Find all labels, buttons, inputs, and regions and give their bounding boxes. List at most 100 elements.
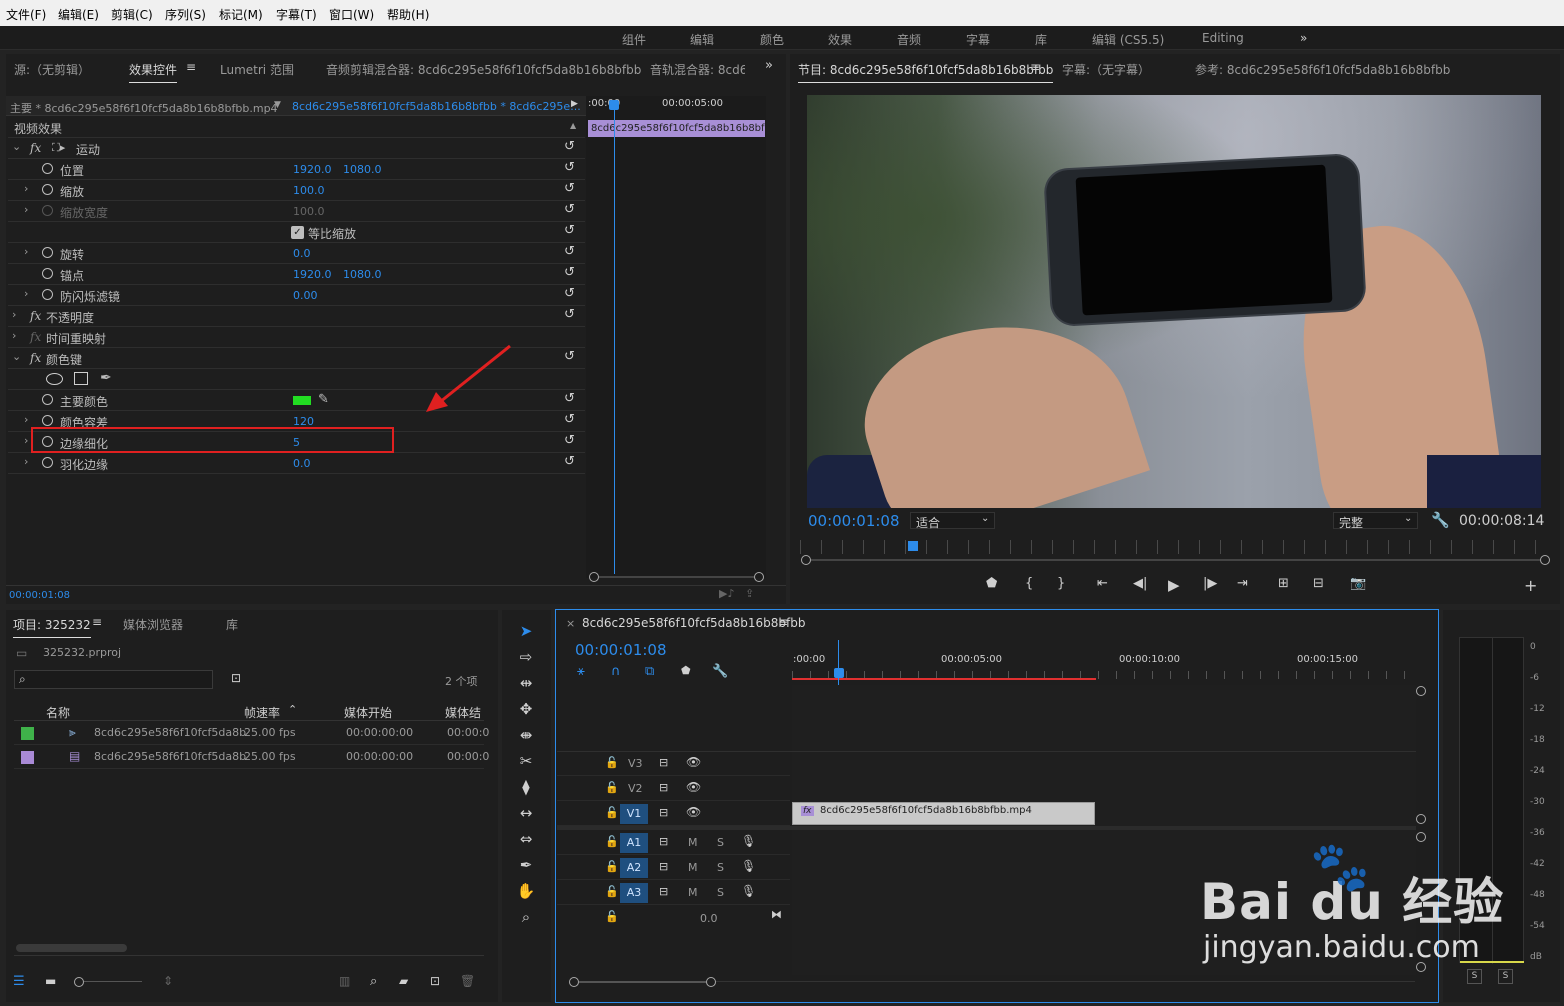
expand-chevron-icon[interactable]: › bbox=[24, 455, 28, 468]
timeline-clip[interactable]: fx 8cd6c295e58f6f10fcf5da8b16b8bfbb.mp4 bbox=[792, 802, 1095, 825]
go-to-end-icon[interactable]: ⧓ bbox=[771, 908, 782, 921]
step-back-icon[interactable]: ◀| bbox=[1133, 576, 1147, 591]
position-x-value[interactable]: 1920.0 bbox=[293, 163, 332, 176]
go-to-in-icon[interactable]: ⇤ bbox=[1097, 576, 1108, 591]
ec-playhead-handle[interactable] bbox=[609, 100, 619, 110]
slide-alt-tool-icon[interactable]: ⇔ bbox=[515, 830, 537, 848]
new-bin-from-search-icon[interactable]: ⊡ bbox=[231, 671, 241, 685]
mark-in-icon[interactable]: { bbox=[1025, 576, 1033, 591]
solo-left-button[interactable]: S bbox=[1467, 969, 1482, 984]
solo-right-button[interactable]: S bbox=[1498, 969, 1513, 984]
program-zoom-bar[interactable] bbox=[801, 555, 1550, 565]
reset-icon[interactable]: ↺ bbox=[564, 265, 575, 280]
anchor-x-value[interactable]: 1920.0 bbox=[293, 268, 332, 281]
rectangle-mask-icon[interactable] bbox=[74, 372, 88, 385]
expand-chevron-icon[interactable]: › bbox=[12, 308, 16, 321]
ec-sequence-clip[interactable]: 8cd6c295e58f6f10fcf5da8b16b8bfbb * 8cd6c… bbox=[292, 100, 581, 113]
timeline-horizontal-scrollbar[interactable] bbox=[569, 977, 1415, 987]
sync-lock-icon[interactable]: ⊟ bbox=[659, 781, 668, 794]
timeline-sequence-tab[interactable]: 8cd6c295e58f6f10fcf5da8b16b8bfbb bbox=[582, 616, 806, 630]
add-marker-icon[interactable]: ⬟ bbox=[986, 576, 997, 591]
stopwatch-icon[interactable] bbox=[42, 394, 53, 405]
ec-row-flicker[interactable]: › 防闪烁滤镜 0.00 ↺ bbox=[8, 285, 585, 306]
timeline-playhead-handle[interactable] bbox=[834, 668, 844, 678]
program-video-frame[interactable] bbox=[807, 95, 1541, 508]
stopwatch-icon[interactable] bbox=[42, 163, 53, 174]
lock-icon[interactable]: 🔓 bbox=[605, 910, 619, 923]
track-header-a1[interactable]: 🔓 A1 ⊟ M S 🎙 bbox=[557, 831, 790, 855]
track-header-master[interactable]: 🔓 0.0 ⧓ bbox=[557, 906, 790, 930]
scale-value[interactable]: 100.0 bbox=[293, 184, 325, 197]
ec-row-anchor[interactable]: 锚点 1920.0 1080.0 ↺ bbox=[8, 264, 585, 285]
tab-media-browser[interactable]: 媒体浏览器 bbox=[123, 616, 183, 633]
ec-row-motion[interactable]: ⌄ fx ⛶▸ 运动 ↺ bbox=[8, 138, 585, 159]
ws-titles[interactable]: 字幕 bbox=[966, 31, 990, 48]
stopwatch-icon[interactable] bbox=[42, 247, 53, 258]
slip-tool-icon[interactable]: ⧫ bbox=[515, 778, 537, 796]
slide-tool-icon[interactable]: ↔ bbox=[515, 804, 537, 822]
fx-icon[interactable]: fx bbox=[30, 351, 41, 365]
lock-icon[interactable]: 🔓 bbox=[605, 835, 619, 848]
mute-button[interactable]: M bbox=[688, 836, 698, 849]
fx-icon[interactable]: fx bbox=[30, 309, 41, 323]
program-playhead[interactable] bbox=[908, 541, 918, 551]
nest-toggle-icon[interactable]: ⚹ bbox=[577, 664, 585, 679]
expand-chevron-icon[interactable]: › bbox=[24, 434, 28, 447]
reset-icon[interactable]: ↺ bbox=[564, 244, 575, 259]
ec-row-opacity[interactable]: › fx 不透明度 ↺ bbox=[8, 306, 585, 327]
tab-effect-controls[interactable]: 效果控件 bbox=[129, 61, 178, 83]
snap-icon[interactable]: ∩ bbox=[611, 664, 621, 679]
label-color-swatch[interactable] bbox=[21, 751, 34, 764]
find-icon[interactable]: ⌕ bbox=[370, 974, 377, 989]
play-icon[interactable]: ▶ bbox=[1168, 576, 1180, 594]
lock-icon[interactable]: 🔓 bbox=[605, 756, 619, 769]
menu-file[interactable]: 文件(F) bbox=[6, 6, 46, 23]
eye-icon[interactable]: 👁 bbox=[686, 780, 701, 794]
col-name[interactable]: 名称 bbox=[46, 704, 70, 721]
tab-libraries[interactable]: 库 bbox=[226, 616, 238, 633]
menu-window[interactable]: 窗口(W) bbox=[329, 6, 374, 23]
panel-menu-icon[interactable]: ≡ bbox=[186, 60, 196, 74]
automate-to-sequence-icon[interactable]: ▥ bbox=[339, 974, 350, 988]
tab-project[interactable]: 项目: 325232 bbox=[13, 616, 91, 638]
lock-icon[interactable]: 🔓 bbox=[605, 781, 619, 794]
play-triangle-icon[interactable]: ▶ bbox=[571, 99, 578, 109]
master-volume-value[interactable]: 0.0 bbox=[700, 912, 718, 925]
rotation-value[interactable]: 0.0 bbox=[293, 247, 311, 260]
reset-icon[interactable]: ↺ bbox=[564, 349, 575, 364]
rolling-edit-tool-icon[interactable]: ✥ bbox=[515, 700, 537, 718]
ws-assembly[interactable]: 组件 bbox=[622, 31, 646, 48]
ec-zoom-scrollbar[interactable] bbox=[589, 572, 765, 582]
lock-icon[interactable]: 🔓 bbox=[605, 860, 619, 873]
microphone-icon[interactable]: 🎙 bbox=[741, 859, 756, 873]
tab-reference[interactable]: 参考: 8cd6c295e58f6f10fcf5da8b16b8bfbb bbox=[1195, 61, 1450, 78]
flicker-value[interactable]: 0.00 bbox=[293, 289, 318, 302]
extract-icon[interactable]: ⊟ bbox=[1313, 576, 1324, 591]
new-bin-icon[interactable]: ▰ bbox=[399, 974, 408, 988]
lock-icon[interactable]: 🔓 bbox=[605, 806, 619, 819]
solo-button[interactable]: S bbox=[717, 836, 724, 849]
zoom-slider-track[interactable] bbox=[84, 981, 142, 982]
ws-audio[interactable]: 音频 bbox=[897, 31, 921, 48]
reset-icon[interactable]: ↺ bbox=[564, 286, 575, 301]
sort-ascending-icon[interactable]: ⌃ bbox=[288, 703, 297, 716]
scroll-up-icon[interactable]: ▲ bbox=[570, 121, 576, 130]
pen-mask-icon[interactable]: ✒ bbox=[100, 370, 112, 386]
tab-source[interactable]: 源:（无剪辑） bbox=[14, 61, 90, 78]
project-horizontal-scrollbar[interactable] bbox=[16, 944, 127, 952]
menu-sequence[interactable]: 序列(S) bbox=[165, 6, 206, 23]
project-row[interactable]: ⫸ 8cd6c295e58f6f10fcf5da8b 25.00 fps 00:… bbox=[14, 722, 489, 745]
new-item-icon[interactable]: ⊡ bbox=[430, 974, 440, 988]
track-header-v2[interactable]: 🔓 V2 ⊟ 👁 bbox=[557, 777, 790, 801]
ws-libraries[interactable]: 库 bbox=[1035, 31, 1047, 48]
ws-editing-en[interactable]: Editing bbox=[1202, 31, 1244, 45]
sync-lock-icon[interactable]: ⊟ bbox=[659, 806, 668, 819]
quality-dropdown[interactable]: 完整 ⌄ bbox=[1333, 512, 1418, 530]
stopwatch-icon[interactable] bbox=[42, 184, 53, 195]
track-target-a2[interactable]: A2 bbox=[620, 858, 648, 878]
ws-effects[interactable]: 效果 bbox=[828, 31, 852, 48]
timeline-settings-wrench-icon[interactable]: 🔧 bbox=[712, 664, 728, 679]
more-tabs-icon[interactable]: » bbox=[765, 58, 773, 73]
filter-audio-icon[interactable]: ▶♪ bbox=[719, 587, 734, 600]
zoom-tool-icon[interactable]: ⌕ bbox=[515, 908, 537, 926]
